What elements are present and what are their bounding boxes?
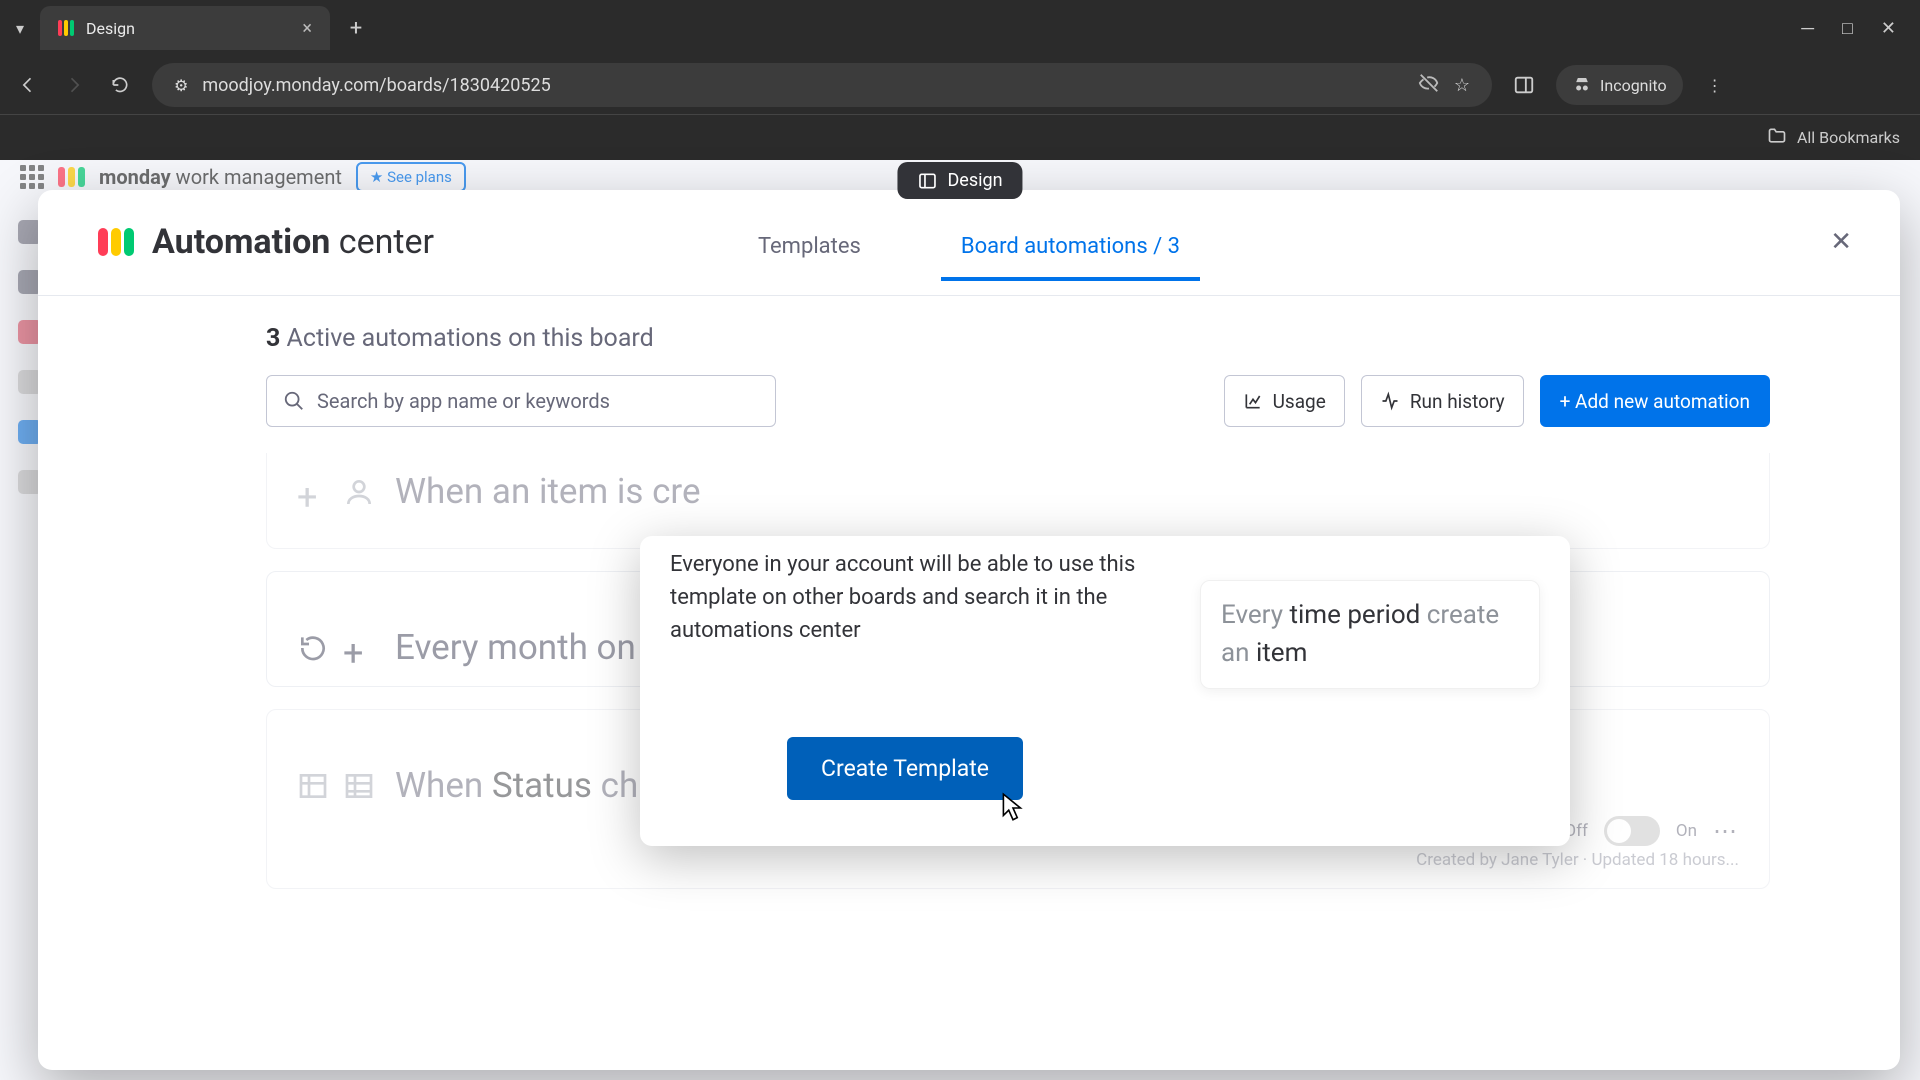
template-preview-card: Every time period create an item	[1200, 580, 1540, 689]
active-automations-count: 3 Active automations on this board	[266, 324, 1790, 353]
create-template-button[interactable]: Create Template	[787, 737, 1023, 800]
more-icon[interactable]: ⋯	[1713, 817, 1739, 845]
side-panel-icon[interactable]	[1510, 71, 1538, 99]
plus-icon: +	[343, 632, 375, 664]
template-preview-text: Every time period create an item	[1221, 597, 1519, 672]
tab-close-icon[interactable]: ×	[302, 18, 312, 39]
create-template-popover: Everyone in your account will be able to…	[640, 536, 1570, 846]
usage-button[interactable]: Usage	[1224, 375, 1345, 427]
incognito-label: Incognito	[1600, 76, 1667, 95]
automation-card[interactable]: + When an item is cre	[266, 453, 1770, 549]
back-icon[interactable]	[14, 71, 42, 99]
usage-label: Usage	[1273, 390, 1326, 413]
recurring-icon	[297, 632, 329, 664]
eye-off-icon[interactable]	[1418, 72, 1440, 99]
search-icon	[283, 390, 305, 412]
site-settings-icon[interactable]: ⚙	[174, 76, 188, 95]
search-input[interactable]: Search by app name or keywords	[266, 375, 776, 427]
plus-icon: +	[297, 476, 329, 508]
tab-templates[interactable]: Templates	[738, 220, 881, 277]
list-icon	[343, 770, 375, 802]
bookmark-star-icon[interactable]: ☆	[1454, 75, 1470, 96]
close-window-icon[interactable]: ✕	[1881, 18, 1896, 39]
chart-icon	[1243, 391, 1263, 411]
person-icon	[343, 476, 375, 508]
board-icon	[297, 770, 329, 802]
run-history-button[interactable]: Run history	[1361, 375, 1524, 427]
search-placeholder: Search by app name or keywords	[317, 389, 610, 413]
see-plans-button[interactable]: ★ See plans	[356, 162, 466, 192]
apps-grid-icon[interactable]	[20, 165, 44, 189]
minimize-icon[interactable]: ─	[1801, 18, 1814, 39]
tab-title: Design	[86, 19, 135, 38]
popover-description: Everyone in your account will be able to…	[670, 548, 1140, 647]
browser-tab[interactable]: Design ×	[40, 6, 330, 50]
browser-menu-icon[interactable]: ⋮	[1701, 71, 1729, 99]
new-tab-button[interactable]: +	[338, 10, 374, 46]
page-chip: Design	[897, 162, 1022, 199]
tab-dropdown-icon[interactable]: ▾	[8, 16, 32, 40]
run-history-label: Run history	[1410, 390, 1505, 413]
url-bar[interactable]: ⚙ moodjoy.monday.com/boards/1830420525 ☆	[152, 63, 1492, 107]
url-text: moodjoy.monday.com/boards/1830420525	[202, 75, 550, 96]
panel-icon	[917, 171, 937, 191]
automation-toggle[interactable]	[1604, 816, 1660, 846]
brand-text: monday work management	[99, 165, 342, 189]
incognito-icon	[1572, 73, 1592, 97]
toggle-on-label: On	[1676, 821, 1697, 841]
incognito-chip[interactable]: Incognito	[1556, 65, 1683, 105]
cursor-icon	[1000, 792, 1026, 828]
add-automation-button[interactable]: + Add new automation	[1540, 375, 1770, 427]
activity-icon	[1380, 391, 1400, 411]
maximize-icon[interactable]: □	[1842, 18, 1853, 39]
card-meta: Created by Jane Tyler · Updated 18 hours…	[297, 850, 1739, 870]
all-bookmarks-link[interactable]: All Bookmarks	[1797, 128, 1900, 147]
monday-logo-icon	[58, 167, 85, 187]
reload-icon[interactable]	[106, 71, 134, 99]
page-chip-label: Design	[947, 170, 1002, 191]
folder-icon	[1767, 126, 1787, 150]
favicon-icon	[58, 20, 74, 36]
tab-board-automations[interactable]: Board automations / 3	[941, 220, 1200, 281]
automation-text: When an item is cre	[395, 471, 701, 512]
forward-icon[interactable]	[60, 71, 88, 99]
